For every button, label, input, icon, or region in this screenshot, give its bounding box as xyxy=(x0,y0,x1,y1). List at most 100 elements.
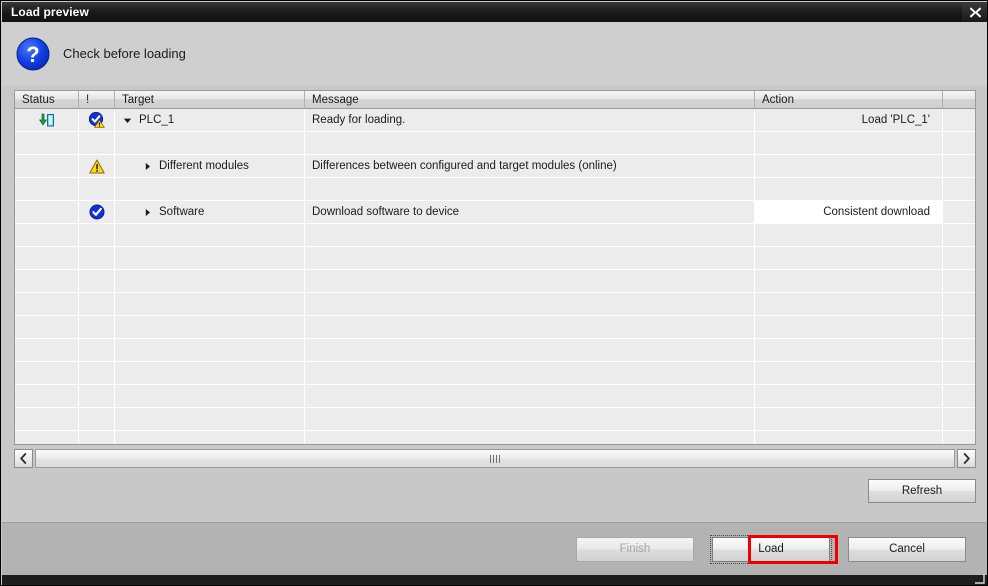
header-banner: ? Check before loading xyxy=(2,22,987,85)
table-row-empty xyxy=(15,385,975,408)
cell-empty xyxy=(943,316,975,338)
column-header-flag[interactable]: ! xyxy=(79,91,115,108)
cell-empty xyxy=(305,178,755,200)
cell-target[interactable]: Software xyxy=(115,201,305,223)
column-header-target[interactable]: Target xyxy=(115,91,305,108)
column-header-spacer xyxy=(943,91,975,108)
cell-status xyxy=(15,155,79,177)
cell-empty xyxy=(115,224,305,246)
scrollbar-track[interactable] xyxy=(35,449,955,468)
finish-button[interactable]: Finish xyxy=(576,536,694,562)
cell-empty xyxy=(755,316,943,338)
table-header-row: Status ! Target Message Action xyxy=(15,91,975,109)
cell-empty xyxy=(15,339,79,361)
cell-target[interactable]: Different modules xyxy=(115,155,305,177)
cell-empty xyxy=(115,431,305,444)
cell-empty xyxy=(79,178,115,200)
refresh-row: Refresh xyxy=(14,479,976,503)
table-row-empty xyxy=(15,431,975,444)
table-row-empty xyxy=(15,408,975,431)
cell-empty xyxy=(943,247,975,269)
load-button[interactable]: Load xyxy=(710,534,832,564)
cell-empty xyxy=(79,385,115,407)
cell-action[interactable]: Load 'PLC_1' xyxy=(755,109,943,131)
scroll-right-button[interactable] xyxy=(957,449,976,468)
horizontal-scrollbar[interactable] xyxy=(14,449,976,468)
cell-message: Differences between configured and targe… xyxy=(305,155,755,177)
cell-action-dropdown[interactable]: Consistent download xyxy=(755,201,943,223)
table-row-empty xyxy=(15,178,975,201)
bottom-strip xyxy=(2,575,987,585)
cell-empty xyxy=(305,224,755,246)
question-mark-icon: ? xyxy=(16,37,50,71)
column-header-action[interactable]: Action xyxy=(755,91,943,108)
table-row[interactable]: PLC_1 Ready for loading. Load 'PLC_1' xyxy=(15,109,975,132)
scroll-left-button[interactable] xyxy=(14,449,33,468)
table-body: PLC_1 Ready for loading. Load 'PLC_1' Di… xyxy=(15,109,975,444)
cell-empty xyxy=(305,247,755,269)
cell-empty xyxy=(943,178,975,200)
title-bar: Load preview xyxy=(2,2,987,22)
cell-message: Ready for loading. xyxy=(305,109,755,131)
cell-empty xyxy=(305,270,755,292)
cell-empty xyxy=(755,293,943,315)
close-button[interactable] xyxy=(962,2,987,22)
cell-empty xyxy=(943,339,975,361)
cell-empty xyxy=(943,431,975,444)
cell-empty xyxy=(115,293,305,315)
cell-empty xyxy=(755,408,943,430)
table-row-empty xyxy=(15,339,975,362)
cell-empty xyxy=(943,224,975,246)
cell-empty xyxy=(79,408,115,430)
cell-empty xyxy=(755,132,943,154)
cell-empty xyxy=(15,431,79,444)
cell-empty xyxy=(755,362,943,384)
cell-empty xyxy=(15,362,79,384)
cell-empty xyxy=(115,178,305,200)
cell-empty xyxy=(79,339,115,361)
cell-empty xyxy=(79,132,115,154)
cell-flag xyxy=(79,155,115,177)
download-to-device-icon xyxy=(38,113,55,128)
cell-empty xyxy=(755,247,943,269)
triangle-right-icon[interactable] xyxy=(135,208,159,217)
table-row-empty xyxy=(15,316,975,339)
cell-empty xyxy=(79,247,115,269)
triangle-right-icon[interactable] xyxy=(135,162,159,171)
cell-target[interactable]: PLC_1 xyxy=(115,109,305,131)
scrollbar-thumb[interactable] xyxy=(36,450,954,467)
cell-empty xyxy=(305,431,755,444)
grip-icon xyxy=(490,454,500,463)
table-row-empty xyxy=(15,224,975,247)
dialog-footer: Finish Load Cancel xyxy=(2,523,987,575)
cancel-button[interactable]: Cancel xyxy=(848,536,966,562)
cell-empty xyxy=(15,408,79,430)
column-header-message[interactable]: Message xyxy=(305,91,755,108)
cell-empty xyxy=(15,385,79,407)
cell-empty xyxy=(79,362,115,384)
cell-empty xyxy=(115,247,305,269)
cell-empty xyxy=(305,385,755,407)
cell-empty xyxy=(15,224,79,246)
cell-empty xyxy=(943,293,975,315)
preview-table: Status ! Target Message Action PLC_1 Rea… xyxy=(14,90,976,445)
table-row[interactable]: Software Download software to device Con… xyxy=(15,201,975,224)
cell-empty xyxy=(755,224,943,246)
column-header-status[interactable]: Status xyxy=(15,91,79,108)
target-label: Different modules xyxy=(159,160,249,172)
cell-empty xyxy=(115,339,305,361)
table-row[interactable]: Different modules Differences between co… xyxy=(15,155,975,178)
triangle-down-icon[interactable] xyxy=(115,116,139,125)
cell-spacer xyxy=(943,201,975,223)
window-title: Load preview xyxy=(11,5,89,19)
cell-empty xyxy=(305,362,755,384)
warning-triangle-icon xyxy=(88,159,105,174)
resize-grip-icon[interactable] xyxy=(973,572,985,584)
table-row-empty xyxy=(15,270,975,293)
cell-empty xyxy=(305,293,755,315)
cell-action[interactable] xyxy=(755,155,943,177)
cell-empty xyxy=(79,270,115,292)
refresh-button[interactable]: Refresh xyxy=(868,479,976,503)
cell-message: Download software to device xyxy=(305,201,755,223)
chevron-left-icon xyxy=(19,453,28,464)
